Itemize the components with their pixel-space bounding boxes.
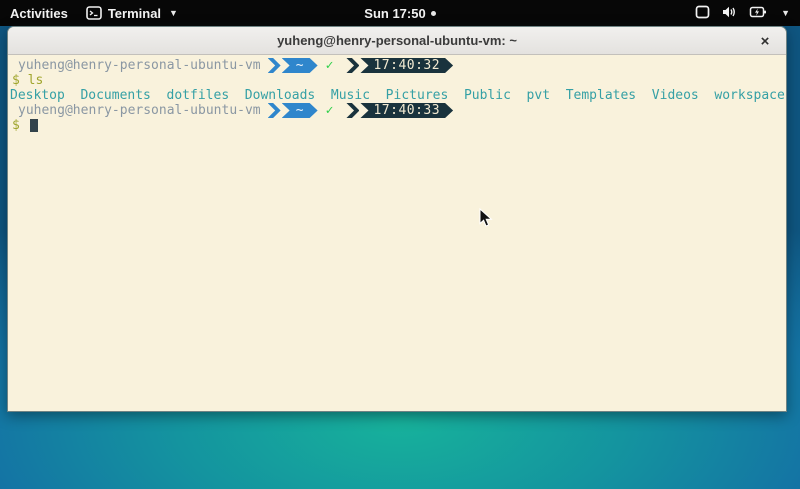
prompt-path-segment: ~ bbox=[282, 58, 318, 73]
status-check-icon: ✓ bbox=[326, 103, 334, 118]
prompt-path-segment: ~ bbox=[282, 103, 318, 118]
activities-label: Activities bbox=[10, 6, 68, 21]
top-bar: Activities Terminal ▼ Sun 17:50 bbox=[0, 0, 800, 26]
window-title: yuheng@henry-personal-ubuntu-vm: ~ bbox=[277, 33, 517, 48]
titlebar[interactable]: yuheng@henry-personal-ubuntu-vm: ~ × bbox=[8, 27, 786, 55]
app-menu-terminal[interactable]: Terminal ▼ bbox=[86, 6, 178, 21]
prompt-char: $ bbox=[10, 118, 20, 133]
prompt-char: $ bbox=[10, 73, 20, 88]
mouse-cursor bbox=[479, 208, 493, 228]
terminal-content[interactable]: yuheng@henry-personal-ubuntu-vm ~ ✓ 17:4… bbox=[8, 55, 786, 411]
activities-button[interactable]: Activities bbox=[10, 6, 68, 21]
prompt-time-segment: 17:40:32 bbox=[360, 58, 453, 73]
prompt-line-2: yuheng@henry-personal-ubuntu-vm ~ ✓ 17:4… bbox=[10, 103, 786, 118]
ls-output: Desktop Documents dotfiles Downloads Mus… bbox=[10, 88, 786, 103]
close-button[interactable]: × bbox=[754, 27, 776, 55]
desktop: Activities Terminal ▼ Sun 17:50 bbox=[0, 0, 800, 489]
prompt-user: yuheng@henry-personal-ubuntu-vm bbox=[10, 58, 261, 73]
input-line[interactable]: $ bbox=[10, 118, 786, 133]
powerline-chevron-icon bbox=[346, 58, 359, 73]
screen-icon bbox=[695, 5, 710, 22]
powerline-chevron-icon bbox=[268, 103, 281, 118]
powerline-chevron-icon bbox=[268, 58, 281, 73]
chevron-down-icon: ▼ bbox=[169, 8, 178, 18]
powerline-chevron-icon bbox=[346, 103, 359, 118]
app-menu-label: Terminal bbox=[108, 6, 161, 21]
prompt-time-segment: 17:40:33 bbox=[360, 103, 453, 118]
system-status-area[interactable]: ▼ bbox=[695, 5, 800, 22]
battery-charging-icon bbox=[749, 5, 767, 22]
system-chevron-down-icon: ▼ bbox=[781, 8, 790, 18]
terminal-window: yuheng@henry-personal-ubuntu-vm: ~ × yuh… bbox=[7, 26, 787, 412]
status-check-icon: ✓ bbox=[326, 58, 334, 73]
prompt-line-1: yuheng@henry-personal-ubuntu-vm ~ ✓ 17:4… bbox=[10, 58, 786, 73]
command-line: $ ls bbox=[10, 73, 786, 88]
command-text: ls bbox=[20, 73, 43, 88]
volume-icon bbox=[722, 5, 737, 22]
terminal-icon bbox=[86, 6, 102, 20]
terminal-cursor bbox=[30, 119, 38, 132]
prompt-user: yuheng@henry-personal-ubuntu-vm bbox=[10, 103, 261, 118]
top-bar-left: Activities Terminal ▼ bbox=[0, 6, 695, 21]
